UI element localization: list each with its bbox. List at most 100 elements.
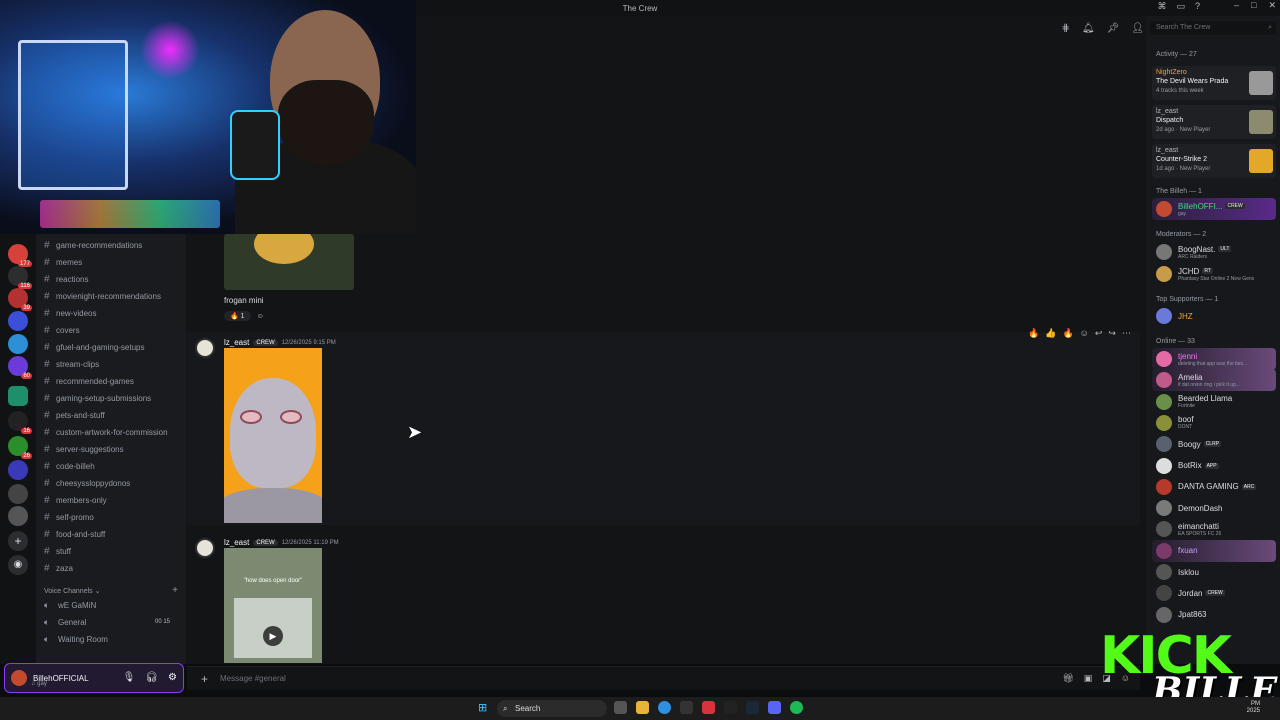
voice-channel[interactable]: 🔈︎ General 00 15 bbox=[44, 614, 178, 630]
avatar[interactable] bbox=[1156, 564, 1172, 580]
inbox-icon[interactable]: ⌘ bbox=[1157, 1, 1166, 12]
member-item[interactable]: JHZ bbox=[1156, 306, 1193, 326]
server-icon[interactable]: 39 bbox=[8, 288, 32, 311]
avatar[interactable] bbox=[195, 538, 215, 558]
server-icon[interactable] bbox=[8, 386, 28, 406]
avatar[interactable] bbox=[1156, 478, 1172, 495]
gear-icon[interactable]: ⚙ bbox=[168, 672, 177, 683]
avatar[interactable] bbox=[1156, 436, 1172, 453]
channel-item[interactable]: # game-recommendations bbox=[44, 237, 142, 253]
channel-item[interactable]: # stuff bbox=[44, 543, 71, 559]
channel-item[interactable]: # members-only bbox=[44, 492, 107, 508]
maximize-icon[interactable]: □ bbox=[1251, 0, 1256, 11]
voice-channel[interactable]: 🔈︎ Waiting Room bbox=[44, 631, 108, 647]
channel-item[interactable]: # recommended-games bbox=[44, 373, 134, 389]
server-icon[interactable] bbox=[8, 334, 28, 354]
help-icon[interactable]: ? bbox=[1195, 1, 1200, 12]
channel-item[interactable]: # reactions bbox=[44, 271, 88, 287]
server-icon[interactable]: 16 bbox=[8, 411, 32, 434]
avatar[interactable] bbox=[1156, 585, 1172, 602]
channel-item[interactable]: # memes bbox=[44, 254, 82, 270]
message-composer[interactable]: + Message #general 🎁︎ ▣ ◪ ☺ bbox=[187, 666, 1140, 690]
activity-card[interactable]: NightZero The Devil Wears Prada 4 tracks… bbox=[1152, 66, 1276, 100]
avatar[interactable] bbox=[1156, 457, 1172, 474]
reaction-pill[interactable]: 🔥 1 bbox=[224, 311, 251, 321]
discover-icon[interactable]: ◉ bbox=[8, 555, 28, 575]
app-icon[interactable] bbox=[680, 701, 693, 714]
avatar[interactable] bbox=[1156, 500, 1172, 517]
bell-icon[interactable]: 🔔︎ bbox=[1082, 23, 1095, 34]
channel-item[interactable]: # movienight-recommendations bbox=[44, 288, 161, 304]
channel-item[interactable]: # self-promo bbox=[44, 509, 94, 525]
app-icon[interactable] bbox=[724, 701, 737, 714]
channel-item[interactable]: # pets-and-stuff bbox=[44, 407, 105, 423]
avatar[interactable] bbox=[1156, 372, 1172, 389]
member-item[interactable]: eimanchatti EA SPORTS FC 26 bbox=[1156, 519, 1221, 539]
server-icon[interactable]: 60 bbox=[8, 356, 32, 379]
task-view-icon[interactable] bbox=[614, 701, 627, 714]
channel-item[interactable]: # new-videos bbox=[44, 305, 96, 321]
spotify-icon[interactable] bbox=[790, 701, 803, 714]
close-icon[interactable]: ✕ bbox=[1268, 0, 1276, 11]
gif-icon[interactable]: ▣ bbox=[1084, 673, 1093, 684]
gift-icon[interactable]: 🎁︎ bbox=[1062, 673, 1073, 684]
avatar[interactable] bbox=[1156, 542, 1172, 559]
activity-card[interactable]: lz_east Counter-Strike 2 1d ago · New Pl… bbox=[1152, 144, 1276, 178]
channel-item[interactable]: # cheesyssloppydonos bbox=[44, 475, 130, 491]
server-icon[interactable]: 177 bbox=[8, 244, 32, 267]
channel-item[interactable]: # custom-artwork-for-commission bbox=[44, 424, 168, 440]
minimize-icon[interactable]: – bbox=[1234, 0, 1239, 11]
avatar[interactable] bbox=[1156, 521, 1172, 538]
forward-icon[interactable]: ↪ bbox=[1108, 328, 1116, 339]
attach-icon[interactable]: + bbox=[201, 672, 208, 686]
reply-icon[interactable]: ↩ bbox=[1095, 328, 1103, 339]
channel-item[interactable]: # gfuel-and-gaming-setups bbox=[44, 339, 145, 355]
member-item[interactable]: BoogNast. ULT ARC Raiders bbox=[1156, 242, 1232, 262]
microphone-icon[interactable]: 🎙︎ bbox=[123, 672, 136, 683]
server-icon[interactable]: 116 bbox=[8, 266, 32, 289]
activity-card[interactable]: lz_east Dispatch 2d ago · New Player bbox=[1152, 105, 1276, 139]
author-name[interactable]: lz_east bbox=[224, 538, 249, 547]
reaction-icon[interactable]: 🔥 bbox=[1062, 328, 1073, 339]
windows-start-icon[interactable]: ⊞ bbox=[478, 702, 490, 714]
steam-icon[interactable] bbox=[746, 701, 759, 714]
voice-channels-header[interactable]: Voice Channels ⌄ bbox=[44, 587, 100, 595]
server-icon[interactable] bbox=[8, 506, 28, 526]
channel-item[interactable]: # stream-clips bbox=[44, 356, 99, 372]
add-channel-icon[interactable]: + bbox=[172, 585, 178, 596]
channel-item[interactable]: # covers bbox=[44, 322, 80, 338]
member-item[interactable]: Jpat863 bbox=[1156, 605, 1206, 625]
server-icon[interactable] bbox=[8, 484, 28, 504]
headphones-icon[interactable]: 🎧︎ bbox=[145, 672, 158, 683]
monitor-icon[interactable]: ▭ bbox=[1176, 1, 1185, 12]
message-input[interactable]: Message #general bbox=[220, 674, 286, 683]
taskbar-search[interactable]: ⌕ Search bbox=[497, 700, 607, 717]
member-item[interactable]: boof DONT bbox=[1156, 413, 1194, 433]
add-reaction-icon[interactable]: ☺ bbox=[1080, 328, 1089, 339]
chrome-icon[interactable] bbox=[658, 701, 671, 714]
file-explorer-icon[interactable] bbox=[636, 701, 649, 714]
members-icon[interactable]: 👤︎ bbox=[1131, 23, 1144, 34]
image-attachment[interactable] bbox=[224, 234, 354, 290]
avatar[interactable] bbox=[11, 670, 27, 686]
app-icon[interactable] bbox=[702, 701, 715, 714]
member-item[interactable]: Amelia if dat onion ring i pick it up... bbox=[1156, 370, 1240, 390]
member-item[interactable]: DemonDash bbox=[1156, 498, 1222, 518]
server-icon[interactable] bbox=[8, 311, 28, 331]
member-item[interactable]: BillehOFFI... CREW gay bbox=[1156, 199, 1245, 219]
avatar[interactable] bbox=[1156, 351, 1172, 367]
server-icon[interactable] bbox=[8, 460, 28, 480]
server-icon[interactable]: 26 bbox=[8, 436, 32, 459]
reaction-icon[interactable]: 👍 bbox=[1045, 328, 1056, 339]
add-reaction-icon[interactable]: ☺ bbox=[257, 313, 264, 320]
channel-item[interactable]: # code-billeh bbox=[44, 458, 95, 474]
member-item[interactable]: Bearded Llama Fortnite bbox=[1156, 392, 1232, 412]
search-input[interactable]: Search The Crew ⌕ bbox=[1150, 21, 1276, 35]
image-attachment[interactable] bbox=[224, 348, 322, 523]
user-panel[interactable]: BillehOFFICIAL ♫ gay 🎙︎ 🎧︎ ⚙ bbox=[4, 663, 184, 693]
member-item[interactable]: BotRix APP bbox=[1156, 456, 1219, 476]
avatar[interactable] bbox=[195, 338, 215, 358]
discord-icon[interactable] bbox=[768, 701, 781, 714]
avatar[interactable] bbox=[1156, 606, 1172, 623]
channel-item[interactable]: # server-suggestions bbox=[44, 441, 124, 457]
